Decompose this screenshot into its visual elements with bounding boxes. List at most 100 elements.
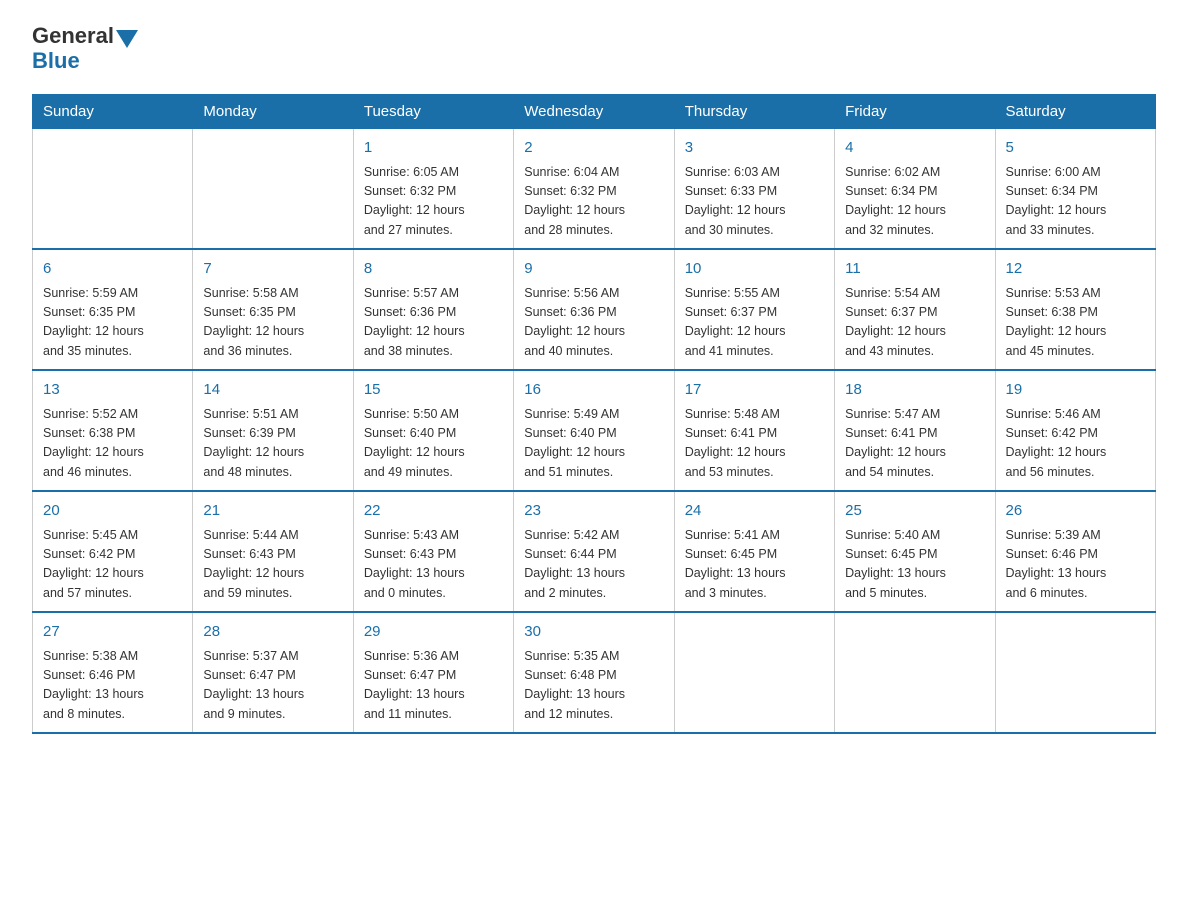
calendar-cell (995, 612, 1155, 733)
calendar-cell: 27 Sunrise: 5:38 AM Sunset: 6:46 PM Dayli… (33, 612, 193, 733)
calendar-cell: 28Sunrise: 5:37 AM Sunset: 6:47 PM Dayli… (193, 612, 353, 733)
day-info: Sunrise: 5:50 AM Sunset: 6:40 PM Dayligh… (364, 405, 503, 483)
week-row-4: 20 Sunrise: 5:45 AM Sunset: 6:42 PM Dayli… (33, 491, 1156, 612)
calendar-cell: 18 Sunrise: 5:47 AM Sunset: 6:41 PM Dayli… (835, 370, 995, 491)
page-header: General Blue (32, 24, 1156, 74)
day-info: Sunrise: 6:05 AM Sunset: 6:32 PM Dayligh… (364, 163, 503, 241)
calendar-table: SundayMondayTuesdayWednesdayThursdayFrid… (32, 94, 1156, 734)
day-number: 3 (685, 137, 824, 160)
day-info: Sunrise: 6:04 AM Sunset: 6:32 PM Dayligh… (524, 163, 663, 241)
day-info: Sunrise: 5:35 AM Sunset: 6:48 PM Dayligh… (524, 647, 663, 725)
day-info: Sunrise: 5:47 AM Sunset: 6:41 PM Dayligh… (845, 405, 984, 483)
day-info: Sunrise: 5:55 AM Sunset: 6:37 PM Dayligh… (685, 284, 824, 362)
calendar-cell: 1 Sunrise: 6:05 AM Sunset: 6:32 PM Daylig… (353, 129, 513, 250)
day-number: 26 (1006, 500, 1145, 523)
calendar-cell: 25Sunrise: 5:40 AM Sunset: 6:45 PM Dayli… (835, 491, 995, 612)
day-info: Sunrise: 5:46 AM Sunset: 6:42 PM Dayligh… (1006, 405, 1145, 483)
calendar-cell: 26 Sunrise: 5:39 AM Sunset: 6:46 PM Dayli… (995, 491, 1155, 612)
calendar-cell (674, 612, 834, 733)
calendar-cell: 6Sunrise: 5:59 AM Sunset: 6:35 PM Daylig… (33, 249, 193, 370)
calendar-cell: 15 Sunrise: 5:50 AM Sunset: 6:40 PM Dayli… (353, 370, 513, 491)
day-info: Sunrise: 5:57 AM Sunset: 6:36 PM Dayligh… (364, 284, 503, 362)
day-info: Sunrise: 6:03 AM Sunset: 6:33 PM Dayligh… (685, 163, 824, 241)
day-info: Sunrise: 5:38 AM Sunset: 6:46 PM Dayligh… (43, 647, 182, 725)
calendar-cell: 4Sunrise: 6:02 AM Sunset: 6:34 PM Daylig… (835, 129, 995, 250)
day-number: 24 (685, 500, 824, 523)
day-number: 22 (364, 500, 503, 523)
day-number: 10 (685, 258, 824, 281)
day-info: Sunrise: 5:44 AM Sunset: 6:43 PM Dayligh… (203, 526, 342, 604)
calendar-cell: 23 Sunrise: 5:42 AM Sunset: 6:44 PM Dayli… (514, 491, 674, 612)
calendar-cell: 11 Sunrise: 5:54 AM Sunset: 6:37 PM Dayli… (835, 249, 995, 370)
day-number: 15 (364, 379, 503, 402)
day-info: Sunrise: 6:00 AM Sunset: 6:34 PM Dayligh… (1006, 163, 1145, 241)
calendar-cell: 21 Sunrise: 5:44 AM Sunset: 6:43 PM Dayli… (193, 491, 353, 612)
day-number: 8 (364, 258, 503, 281)
calendar-cell: 12 Sunrise: 5:53 AM Sunset: 6:38 PM Dayli… (995, 249, 1155, 370)
day-info: Sunrise: 5:36 AM Sunset: 6:47 PM Dayligh… (364, 647, 503, 725)
calendar-cell: 29Sunrise: 5:36 AM Sunset: 6:47 PM Dayli… (353, 612, 513, 733)
day-info: Sunrise: 5:49 AM Sunset: 6:40 PM Dayligh… (524, 405, 663, 483)
calendar-cell: 22 Sunrise: 5:43 AM Sunset: 6:43 PM Dayli… (353, 491, 513, 612)
day-info: Sunrise: 5:59 AM Sunset: 6:35 PM Dayligh… (43, 284, 182, 362)
calendar-cell: 20 Sunrise: 5:45 AM Sunset: 6:42 PM Dayli… (33, 491, 193, 612)
logo-general-text: General (32, 24, 114, 48)
day-number: 5 (1006, 137, 1145, 160)
day-number: 2 (524, 137, 663, 160)
weekday-header-friday: Friday (835, 95, 995, 129)
logo-triangle-icon (116, 30, 138, 48)
calendar-header: SundayMondayTuesdayWednesdayThursdayFrid… (33, 95, 1156, 129)
day-info: Sunrise: 5:53 AM Sunset: 6:38 PM Dayligh… (1006, 284, 1145, 362)
day-number: 21 (203, 500, 342, 523)
day-info: Sunrise: 5:56 AM Sunset: 6:36 PM Dayligh… (524, 284, 663, 362)
calendar-cell (33, 129, 193, 250)
calendar-cell: 2 Sunrise: 6:04 AM Sunset: 6:32 PM Daylig… (514, 129, 674, 250)
day-info: Sunrise: 5:51 AM Sunset: 6:39 PM Dayligh… (203, 405, 342, 483)
day-number: 17 (685, 379, 824, 402)
day-number: 9 (524, 258, 663, 281)
calendar-cell: 9 Sunrise: 5:56 AM Sunset: 6:36 PM Daylig… (514, 249, 674, 370)
day-info: Sunrise: 5:40 AM Sunset: 6:45 PM Dayligh… (845, 526, 984, 604)
day-number: 16 (524, 379, 663, 402)
day-number: 4 (845, 137, 984, 160)
day-number: 11 (845, 258, 984, 281)
day-number: 23 (524, 500, 663, 523)
day-number: 19 (1006, 379, 1145, 402)
day-info: Sunrise: 5:52 AM Sunset: 6:38 PM Dayligh… (43, 405, 182, 483)
day-number: 1 (364, 137, 503, 160)
day-info: Sunrise: 5:42 AM Sunset: 6:44 PM Dayligh… (524, 526, 663, 604)
calendar-cell: 3 Sunrise: 6:03 AM Sunset: 6:33 PM Daylig… (674, 129, 834, 250)
day-number: 30 (524, 621, 663, 644)
day-info: Sunrise: 5:54 AM Sunset: 6:37 PM Dayligh… (845, 284, 984, 362)
calendar-cell: 24 Sunrise: 5:41 AM Sunset: 6:45 PM Dayli… (674, 491, 834, 612)
day-number: 14 (203, 379, 342, 402)
calendar-cell: 10 Sunrise: 5:55 AM Sunset: 6:37 PM Dayli… (674, 249, 834, 370)
day-info: Sunrise: 5:45 AM Sunset: 6:42 PM Dayligh… (43, 526, 182, 604)
calendar-cell: 7 Sunrise: 5:58 AM Sunset: 6:35 PM Daylig… (193, 249, 353, 370)
day-number: 27 (43, 621, 182, 644)
weekday-header-row: SundayMondayTuesdayWednesdayThursdayFrid… (33, 95, 1156, 129)
day-info: Sunrise: 5:41 AM Sunset: 6:45 PM Dayligh… (685, 526, 824, 604)
day-info: Sunrise: 5:43 AM Sunset: 6:43 PM Dayligh… (364, 526, 503, 604)
week-row-3: 13Sunrise: 5:52 AM Sunset: 6:38 PM Dayli… (33, 370, 1156, 491)
day-number: 28 (203, 621, 342, 644)
day-number: 20 (43, 500, 182, 523)
logo-blue-text: Blue (32, 48, 80, 73)
day-number: 7 (203, 258, 342, 281)
weekday-header-tuesday: Tuesday (353, 95, 513, 129)
calendar-cell: 14 Sunrise: 5:51 AM Sunset: 6:39 PM Dayli… (193, 370, 353, 491)
logo: General Blue (32, 24, 140, 74)
weekday-header-sunday: Sunday (33, 95, 193, 129)
day-info: Sunrise: 5:39 AM Sunset: 6:46 PM Dayligh… (1006, 526, 1145, 604)
calendar-cell: 17Sunrise: 5:48 AM Sunset: 6:41 PM Dayli… (674, 370, 834, 491)
day-info: Sunrise: 5:58 AM Sunset: 6:35 PM Dayligh… (203, 284, 342, 362)
weekday-header-saturday: Saturday (995, 95, 1155, 129)
week-row-2: 6Sunrise: 5:59 AM Sunset: 6:35 PM Daylig… (33, 249, 1156, 370)
calendar-cell (835, 612, 995, 733)
week-row-5: 27 Sunrise: 5:38 AM Sunset: 6:46 PM Dayli… (33, 612, 1156, 733)
calendar-cell: 13Sunrise: 5:52 AM Sunset: 6:38 PM Dayli… (33, 370, 193, 491)
day-number: 18 (845, 379, 984, 402)
weekday-header-monday: Monday (193, 95, 353, 129)
weekday-header-wednesday: Wednesday (514, 95, 674, 129)
day-number: 12 (1006, 258, 1145, 281)
